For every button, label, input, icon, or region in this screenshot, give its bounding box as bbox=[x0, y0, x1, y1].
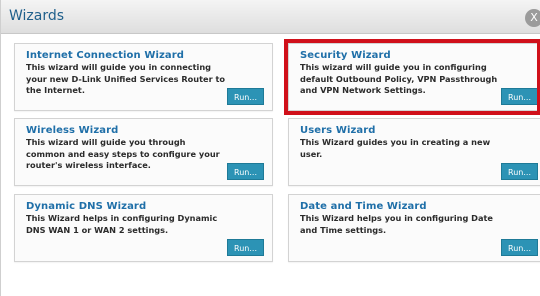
run-wireless-wizard-button[interactable]: Run... bbox=[227, 163, 264, 180]
wizard-description: This wizard will guide you in configurin… bbox=[300, 62, 498, 96]
wizard-title: Users Wizard bbox=[300, 125, 376, 136]
dialog-titlebar: Wizards X bbox=[1, 0, 540, 34]
wizard-description: This Wizard helps you in configuring Dat… bbox=[300, 213, 493, 235]
wizard-title: Date and Time Wizard bbox=[300, 201, 427, 212]
wizard-card-wireless: Wireless Wizard This wizard will guide y… bbox=[14, 118, 273, 186]
wizard-description: This wizard will guide you in connecting… bbox=[26, 62, 225, 96]
close-icon[interactable]: X bbox=[525, 9, 540, 27]
wizard-title: Dynamic DNS Wizard bbox=[26, 201, 147, 212]
run-security-wizard-button[interactable]: Run... bbox=[501, 88, 538, 105]
run-internet-connection-wizard-button[interactable]: Run... bbox=[227, 88, 264, 105]
wizard-card-users: Users Wizard This Wizard guides you in c… bbox=[288, 118, 540, 186]
wizard-description: This Wizard guides you in creating a new… bbox=[300, 137, 491, 159]
dialog-title: Wizards bbox=[9, 8, 65, 24]
wizard-card-internet-connection: Internet Connection Wizard This wizard w… bbox=[14, 43, 273, 111]
wizards-dialog: Wizards X Internet Connection Wizard Thi… bbox=[0, 0, 540, 296]
wizard-title: Wireless Wizard bbox=[26, 125, 119, 136]
wizard-title: Internet Connection Wizard bbox=[26, 50, 185, 61]
wizard-card-security: Security Wizard This wizard will guide y… bbox=[288, 43, 540, 111]
wizard-title: Security Wizard bbox=[300, 50, 391, 61]
wizard-description: This wizard will guide you through commo… bbox=[26, 137, 220, 171]
wizard-card-dynamic-dns: Dynamic DNS Wizard This Wizard helps in … bbox=[14, 194, 273, 262]
wizard-card-date-and-time: Date and Time Wizard This Wizard helps y… bbox=[288, 194, 540, 262]
run-users-wizard-button[interactable]: Run... bbox=[501, 163, 538, 180]
run-dynamic-dns-wizard-button[interactable]: Run... bbox=[227, 239, 264, 256]
run-date-and-time-wizard-button[interactable]: Run... bbox=[501, 239, 538, 256]
wizard-description: This Wizard helps in configuring Dynamic… bbox=[26, 213, 218, 235]
